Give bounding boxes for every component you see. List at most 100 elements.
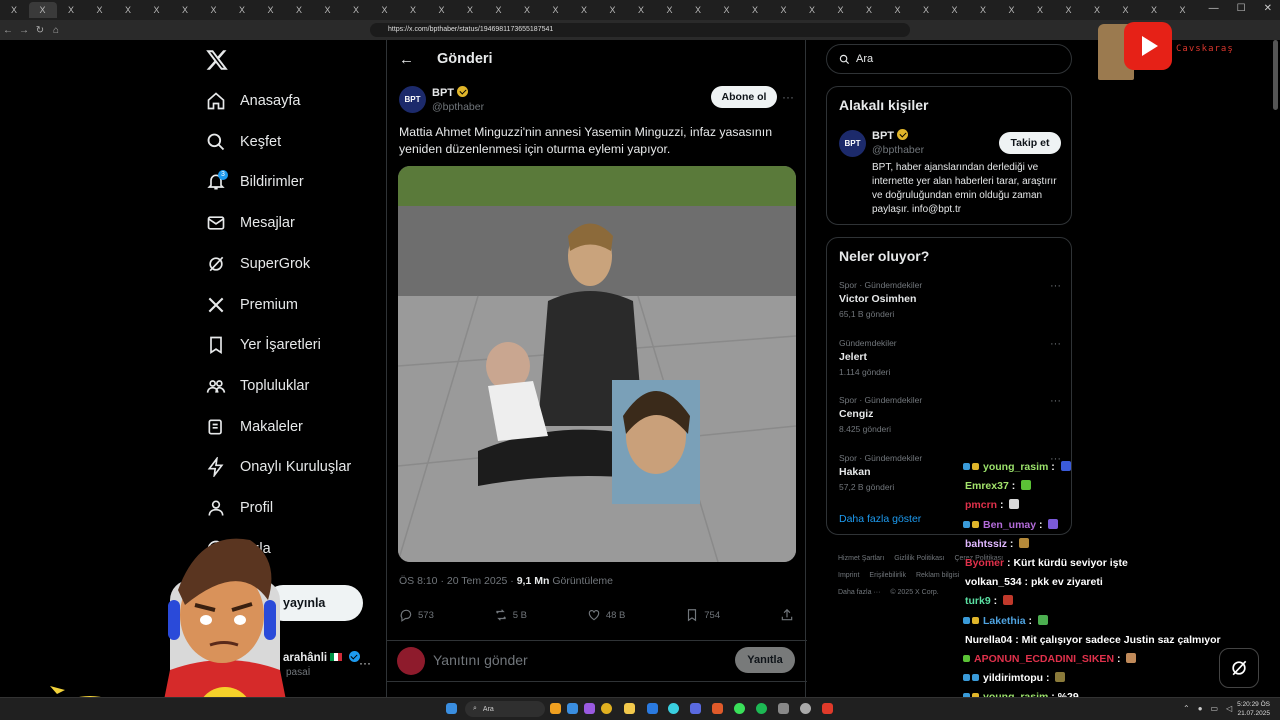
nav-item-8[interactable]: Topluluklar <box>206 373 309 399</box>
browser-tab[interactable]: X <box>257 2 285 18</box>
nav-item-9[interactable]: Makaleler <box>206 414 303 440</box>
browser-tab[interactable]: X <box>1140 2 1168 18</box>
grok-button[interactable] <box>1219 648 1259 688</box>
folder-icon[interactable] <box>624 703 635 714</box>
browser-tab[interactable]: X <box>627 2 655 18</box>
browser-tab[interactable]: X <box>684 2 712 18</box>
trend-item[interactable]: Spor · Gündemdekiler Cengiz 8.425 gönderi ·… <box>839 395 1061 434</box>
address-bar[interactable]: https://x.com/bpthaber/status/1946981173… <box>370 23 910 37</box>
browser-tab[interactable]: X <box>1026 2 1054 18</box>
browser-tab[interactable]: X <box>171 2 199 18</box>
reply-action[interactable]: 573 <box>399 608 434 622</box>
app-icon[interactable] <box>567 703 578 714</box>
browser-tab[interactable]: X <box>1083 2 1111 18</box>
back-arrow-icon[interactable]: ← <box>399 51 423 68</box>
follow-button[interactable]: Takip et <box>999 132 1061 154</box>
repost-action[interactable]: 5 B <box>494 608 527 622</box>
footer-link[interactable]: Hizmet Şartları <box>838 555 884 562</box>
post-more-icon[interactable]: ··· <box>782 90 794 104</box>
browser-tab[interactable]: X <box>399 2 427 18</box>
nav-item-10[interactable]: Onaylı Kuruluşlar <box>206 454 351 480</box>
account-more-icon[interactable]: ··· <box>359 656 371 670</box>
obs-icon[interactable] <box>800 703 811 714</box>
browser-tab[interactable]: X <box>456 2 484 18</box>
show-more-link[interactable]: Daha fazla göster <box>839 513 921 525</box>
nav-item-5[interactable]: SuperGrok <box>206 251 310 277</box>
reply-input[interactable]: Yanıtını gönder <box>433 652 528 668</box>
forward-icon[interactable]: → <box>16 25 32 36</box>
browser-tab[interactable]: X <box>969 2 997 18</box>
browser-tab[interactable]: X <box>285 2 313 18</box>
subscribe-button[interactable]: Abone ol <box>711 86 777 108</box>
app-icon[interactable] <box>778 703 789 714</box>
author-avatar[interactable]: BPT <box>399 86 426 113</box>
browser-tab[interactable]: X <box>1112 2 1140 18</box>
trend-item[interactable]: Gündemdekiler Jelert 1.114 gönderi ··· <box>839 338 1061 377</box>
post-photo[interactable] <box>398 166 796 562</box>
home-icon[interactable]: ⌂ <box>48 25 64 36</box>
chevron-up-icon[interactable]: ⌃ <box>1183 704 1190 713</box>
browser-tab[interactable]: X <box>314 2 342 18</box>
footer-link[interactable]: Gizlilik Politikası <box>894 555 944 562</box>
footer-link[interactable]: Imprint <box>838 572 859 579</box>
app-icon[interactable] <box>734 703 745 714</box>
nav-item-2[interactable]: Keşfet <box>206 129 281 155</box>
author-name[interactable]: BPT <box>432 86 468 99</box>
browser-tab[interactable]: X <box>228 2 256 18</box>
browser-tab[interactable]: X <box>428 2 456 18</box>
app-icon[interactable] <box>647 703 658 714</box>
maximize-icon[interactable]: ☐ <box>1237 3 1246 14</box>
browser-tab[interactable]: X <box>798 2 826 18</box>
app-icon[interactable] <box>668 703 679 714</box>
nav-item-4[interactable]: Mesajlar <box>206 210 295 236</box>
nav-item-11[interactable]: Profil <box>206 495 273 521</box>
browser-tab[interactable]: X <box>741 2 769 18</box>
app-icon[interactable] <box>712 703 723 714</box>
volume-icon[interactable]: ◁ <box>1226 704 1232 713</box>
browser-tab[interactable]: X <box>912 2 940 18</box>
browser-tab[interactable]: X <box>827 2 855 18</box>
browser-tab[interactable]: X <box>941 2 969 18</box>
browser-tab[interactable]: X <box>713 2 741 18</box>
nav-item-7[interactable]: Yer İşaretleri <box>206 332 321 358</box>
trend-item[interactable]: Spor · Gündemdekiler Victor Osimhen 65,1 B… <box>839 280 1061 319</box>
author-handle[interactable]: @bpthaber <box>432 101 484 113</box>
chrome-icon[interactable] <box>601 703 612 714</box>
taskbar-search[interactable]: ⌕ Ara <box>465 701 545 717</box>
footer-link[interactable]: Erişilebilirlik <box>869 572 906 579</box>
browser-tab[interactable]: X <box>143 2 171 18</box>
browser-tab[interactable]: X <box>1169 2 1197 18</box>
browser-tab[interactable]: X <box>542 2 570 18</box>
minimize-icon[interactable]: — <box>1209 3 1219 14</box>
browser-tab[interactable]: X <box>28 2 57 18</box>
footer-link[interactable]: Daha fazla ··· <box>838 589 880 596</box>
browser-tab[interactable]: X <box>998 2 1026 18</box>
footer-link[interactable]: © 2025 X Corp. <box>890 589 938 596</box>
related-avatar[interactable]: BPT <box>839 130 866 157</box>
related-name[interactable]: BPT <box>872 129 908 142</box>
browser-tab[interactable]: X <box>1055 2 1083 18</box>
network-icon[interactable]: ▭ <box>1211 704 1219 713</box>
windows-start-icon[interactable] <box>446 703 457 714</box>
browser-tab[interactable]: X <box>0 2 28 18</box>
trend-more-icon[interactable]: ··· <box>1050 280 1061 292</box>
close-icon[interactable]: ✕ <box>1264 3 1272 14</box>
trend-more-icon[interactable]: ··· <box>1050 338 1061 350</box>
app-icon[interactable] <box>584 703 595 714</box>
brave-icon[interactable] <box>822 703 833 714</box>
browser-tab[interactable]: X <box>513 2 541 18</box>
nav-item-1[interactable]: Anasayfa <box>206 88 300 114</box>
browser-tab[interactable]: X <box>485 2 513 18</box>
browser-tab[interactable]: X <box>200 2 228 18</box>
mic-icon[interactable]: ● <box>1198 704 1203 713</box>
browser-tab[interactable]: X <box>570 2 598 18</box>
bookmark-action[interactable]: 754 <box>685 608 720 622</box>
browser-tab[interactable]: X <box>342 2 370 18</box>
nav-item-3[interactable]: 3 Bildirimler <box>206 169 304 195</box>
browser-tab[interactable]: X <box>57 2 85 18</box>
like-action[interactable]: 48 B <box>587 608 625 622</box>
browser-tab[interactable]: X <box>884 2 912 18</box>
share-action[interactable] <box>780 608 794 622</box>
reply-button[interactable]: Yanıtla <box>735 647 795 673</box>
nav-item-6[interactable]: Premium <box>206 292 298 318</box>
